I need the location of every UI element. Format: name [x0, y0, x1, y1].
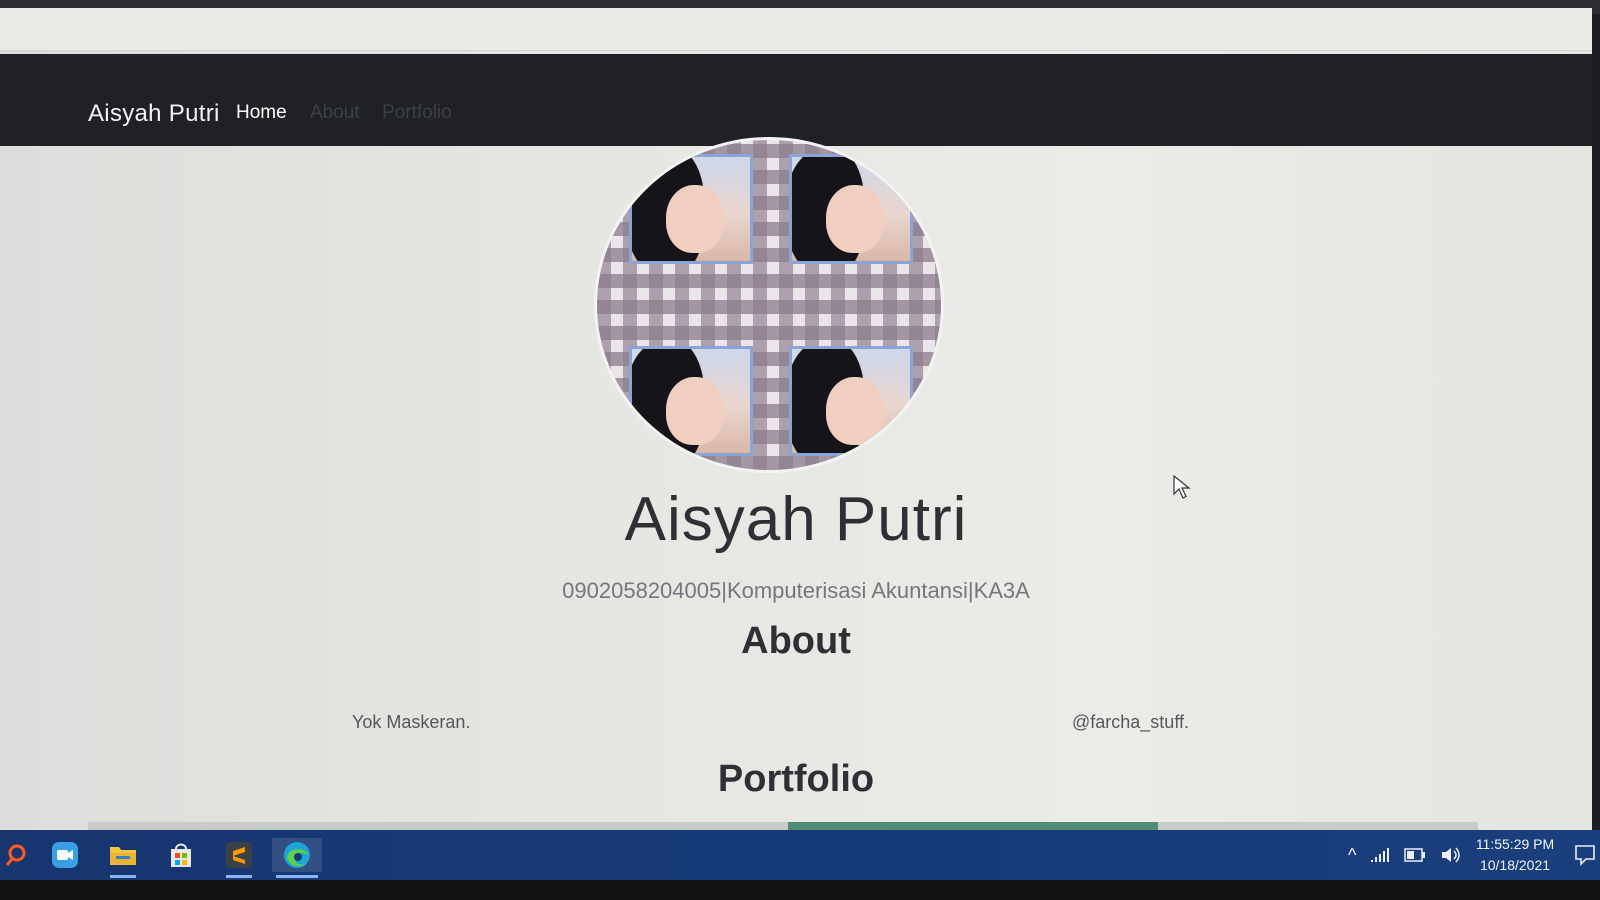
volume-icon[interactable] — [1440, 846, 1462, 864]
sublime-text-icon[interactable] — [222, 838, 256, 878]
nav-link-portfolio[interactable]: Portfolio — [382, 102, 452, 124]
avatar-photo-tile — [789, 154, 913, 264]
browser-toolbar — [0, 8, 1592, 51]
navbar-brand[interactable]: Aisyah Putri — [88, 100, 220, 128]
avatar-photo-tile — [629, 154, 753, 264]
system-tray: ^ — [1348, 830, 1462, 880]
profile-avatar — [597, 140, 941, 470]
nav-link-about[interactable]: About — [310, 102, 360, 124]
hero-subtitle: 0902058204005|Komputerisasi Akuntansi|KA… — [562, 578, 1030, 603]
file-explorer-icon[interactable] — [106, 838, 140, 878]
site-navbar: Aisyah Putri Home About Portfolio — [0, 54, 1592, 146]
edge-browser-icon[interactable] — [272, 838, 322, 878]
about-left-text: Yok Maskeran. — [352, 712, 471, 732]
avatar-photo-tile — [789, 346, 913, 456]
avatar-photo-tile — [629, 346, 753, 456]
zoom-icon[interactable] — [48, 838, 82, 872]
clock-date: 10/18/2021 — [1479, 857, 1551, 873]
windows-taskbar: ^ 11:55:29 PM 10/18/2021 — [0, 830, 1600, 880]
about-heading: About — [741, 620, 851, 662]
taskbar-clock[interactable]: 11:55:29 PM 10/18/2021 — [1470, 834, 1560, 876]
wifi-icon[interactable] — [1370, 846, 1390, 864]
browser-viewport: Aisyah Putri Home About Portfolio Aisyah… — [0, 8, 1592, 830]
monitor-bezel-bottom — [0, 880, 1600, 900]
search-icon[interactable] — [0, 838, 34, 872]
store-icon[interactable] — [164, 838, 198, 872]
nav-link-home[interactable]: Home — [236, 102, 287, 124]
about-right-text: @farcha_stuff. — [1072, 712, 1189, 732]
hero-name: Aisyah Putri — [624, 485, 968, 554]
mouse-cursor-icon — [1173, 474, 1191, 499]
clock-time: 11:55:29 PM — [1475, 836, 1555, 852]
battery-icon[interactable] — [1404, 848, 1426, 862]
notification-center-icon[interactable] — [1574, 844, 1596, 866]
portfolio-image-preview — [88, 822, 1478, 830]
portfolio-heading: Portfolio — [717, 758, 875, 800]
chevron-up-icon[interactable]: ^ — [1348, 845, 1356, 866]
